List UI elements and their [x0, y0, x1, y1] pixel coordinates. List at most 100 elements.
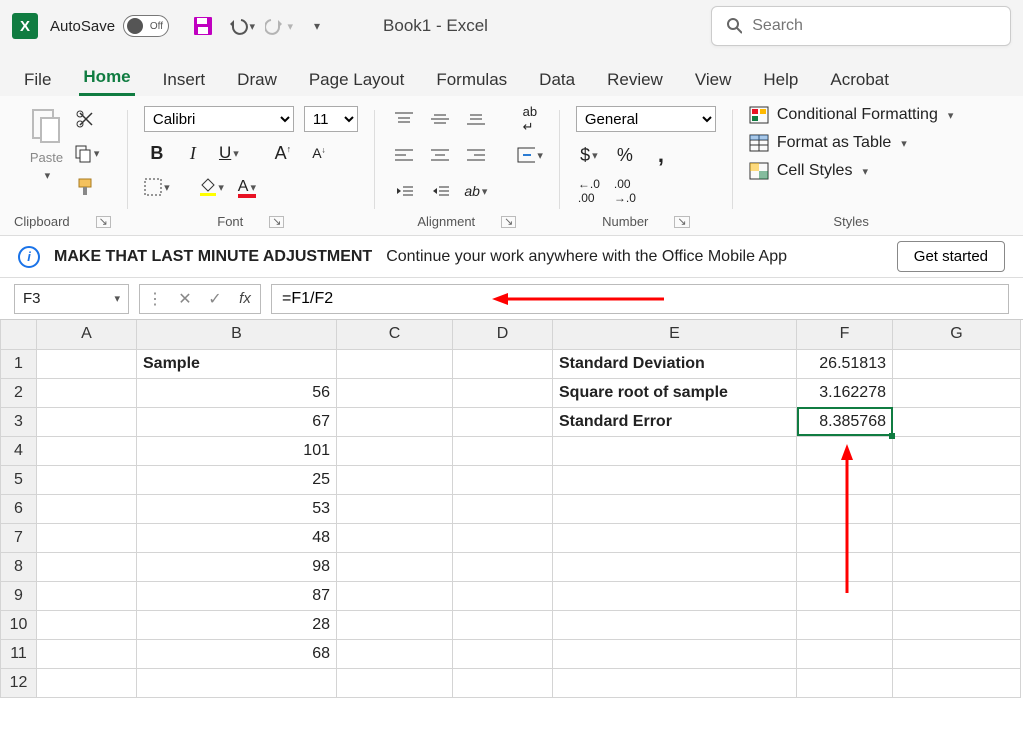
cell-E9[interactable] — [553, 581, 797, 610]
cell-B7[interactable]: 48 — [137, 523, 337, 552]
cell-G3[interactable] — [893, 407, 1021, 436]
cancel-formula-button[interactable]: ✕ — [170, 289, 200, 309]
fill-color-button[interactable]: ▾ — [198, 174, 224, 200]
cell-D6[interactable] — [453, 494, 553, 523]
cell-B4[interactable]: 101 — [137, 436, 337, 465]
conditional-formatting-button[interactable]: Conditional Formatting▾ — [749, 106, 954, 124]
col-header-F[interactable]: F — [797, 320, 893, 349]
cell-B1[interactable]: Sample — [137, 349, 337, 378]
row-header[interactable]: 12 — [1, 668, 37, 697]
cell-E2[interactable]: Square root of sample — [553, 378, 797, 407]
qat-more-button[interactable]: ▾ — [303, 12, 331, 40]
tab-home[interactable]: Home — [79, 61, 134, 96]
row-header[interactable]: 11 — [1, 639, 37, 668]
cell-C12[interactable] — [337, 668, 453, 697]
name-box[interactable]: F3 ▾ — [14, 284, 129, 314]
cell-A8[interactable] — [37, 552, 137, 581]
cell-C10[interactable] — [337, 610, 453, 639]
cell-G1[interactable] — [893, 349, 1021, 378]
cell-G7[interactable] — [893, 523, 1021, 552]
search-box[interactable] — [711, 6, 1011, 46]
align-top-button[interactable] — [391, 106, 417, 132]
shrink-font-button[interactable]: A↓ — [306, 140, 332, 166]
cell-F12[interactable] — [797, 668, 893, 697]
cell-G12[interactable] — [893, 668, 1021, 697]
cell-C2[interactable] — [337, 378, 453, 407]
cell-G10[interactable] — [893, 610, 1021, 639]
cell-C4[interactable] — [337, 436, 453, 465]
autosave-control[interactable]: AutoSave Off — [50, 15, 169, 37]
align-middle-button[interactable] — [427, 106, 453, 132]
cell-A10[interactable] — [37, 610, 137, 639]
italic-button[interactable]: I — [180, 140, 206, 166]
get-started-button[interactable]: Get started — [897, 241, 1005, 272]
col-header-G[interactable]: G — [893, 320, 1021, 349]
cell-D3[interactable] — [453, 407, 553, 436]
cell-A12[interactable] — [37, 668, 137, 697]
clipboard-launcher[interactable]: ↘ — [96, 216, 111, 228]
number-launcher[interactable]: ↘ — [674, 216, 689, 228]
tab-review[interactable]: Review — [603, 64, 667, 96]
cell-C1[interactable] — [337, 349, 453, 378]
tab-insert[interactable]: Insert — [159, 64, 210, 96]
font-color-button[interactable]: A▾ — [234, 174, 260, 200]
cell-B5[interactable]: 25 — [137, 465, 337, 494]
cell-E7[interactable] — [553, 523, 797, 552]
cell-D4[interactable] — [453, 436, 553, 465]
align-center-button[interactable] — [427, 142, 453, 168]
enter-formula-button[interactable]: ✓ — [200, 289, 230, 309]
cell-F5[interactable] — [797, 465, 893, 494]
paste-button[interactable]: Paste ▾ — [25, 106, 67, 182]
cell-D2[interactable] — [453, 378, 553, 407]
save-button[interactable] — [189, 12, 217, 40]
cell-B6[interactable]: 53 — [137, 494, 337, 523]
wrap-text-button[interactable]: ab↵ — [517, 106, 543, 132]
col-header-C[interactable]: C — [337, 320, 453, 349]
row-header[interactable]: 5 — [1, 465, 37, 494]
cell-D1[interactable] — [453, 349, 553, 378]
cell-G5[interactable] — [893, 465, 1021, 494]
format-as-table-button[interactable]: Format as Table▾ — [749, 134, 954, 152]
tab-data[interactable]: Data — [535, 64, 579, 96]
col-header-E[interactable]: E — [553, 320, 797, 349]
cell-A3[interactable] — [37, 407, 137, 436]
row-header[interactable]: 3 — [1, 407, 37, 436]
insert-function-button[interactable]: fx — [230, 290, 260, 307]
cell-F1[interactable]: 26.51813 — [797, 349, 893, 378]
cell-F7[interactable] — [797, 523, 893, 552]
cell-E12[interactable] — [553, 668, 797, 697]
cell-C9[interactable] — [337, 581, 453, 610]
cell-A9[interactable] — [37, 581, 137, 610]
increase-indent-button[interactable] — [427, 178, 453, 204]
align-left-button[interactable] — [391, 142, 417, 168]
cell-A5[interactable] — [37, 465, 137, 494]
decrease-decimal-button[interactable]: .00→.0 — [612, 178, 638, 204]
bold-button[interactable]: B — [144, 140, 170, 166]
align-right-button[interactable] — [463, 142, 489, 168]
row-header[interactable]: 6 — [1, 494, 37, 523]
cell-E1[interactable]: Standard Deviation — [553, 349, 797, 378]
cell-F2[interactable]: 3.162278 — [797, 378, 893, 407]
row-header[interactable]: 9 — [1, 581, 37, 610]
cell-F6[interactable] — [797, 494, 893, 523]
cell-D8[interactable] — [453, 552, 553, 581]
row-header[interactable]: 4 — [1, 436, 37, 465]
tab-page-layout[interactable]: Page Layout — [305, 64, 408, 96]
row-header[interactable]: 7 — [1, 523, 37, 552]
merge-center-button[interactable]: ▾ — [517, 142, 543, 168]
tab-acrobat[interactable]: Acrobat — [826, 64, 893, 96]
increase-decimal-button[interactable]: ←.0.00 — [576, 178, 602, 204]
cell-C7[interactable] — [337, 523, 453, 552]
cell-C6[interactable] — [337, 494, 453, 523]
tab-file[interactable]: File — [20, 64, 55, 96]
orientation-button[interactable]: ab▾ — [463, 178, 489, 204]
row-header[interactable]: 1 — [1, 349, 37, 378]
cell-B2[interactable]: 56 — [137, 378, 337, 407]
cut-button[interactable] — [73, 106, 99, 132]
cell-B12[interactable] — [137, 668, 337, 697]
cell-E4[interactable] — [553, 436, 797, 465]
cell-A7[interactable] — [37, 523, 137, 552]
autosave-toggle[interactable]: Off — [123, 15, 169, 37]
font-name-select[interactable]: Calibri — [144, 106, 294, 132]
cell-F3[interactable]: 8.385768 — [797, 407, 893, 436]
